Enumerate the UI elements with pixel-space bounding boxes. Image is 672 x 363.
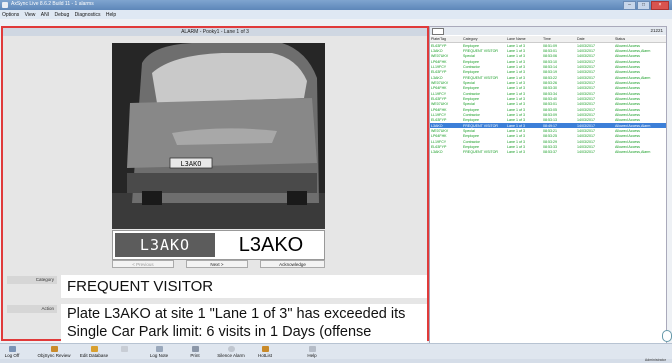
cell-time: 08:53:37 [543, 150, 557, 155]
table-row[interactable]: WE07UKV Special Lane 1 of 3 08:53:21 14/03/2… [430, 128, 666, 133]
menu-ani[interactable]: ANI [39, 10, 51, 18]
log-off-button[interactable]: Log Off [0, 346, 32, 358]
category-label: Category [7, 276, 57, 284]
note-icon [155, 346, 163, 352]
alarm-nav: < Previous Next > Acknowledge [112, 260, 325, 269]
blank-icon [120, 346, 128, 352]
plate-crop-image: L3AKO [115, 233, 215, 257]
menu-options[interactable]: Options [0, 10, 21, 18]
app-icon [2, 2, 8, 8]
edit-database-label: Edit Database [79, 353, 109, 358]
alarm-icon [227, 346, 235, 352]
table-row[interactable]: LP64FHK Employee Lane 1 of 3 08:53:25 14/03/… [430, 134, 666, 139]
title-bar: AxSync Live 8.6.2 Build 11 - 1 alarms – … [0, 0, 672, 10]
help-button[interactable]: Help [292, 346, 332, 358]
print-button[interactable]: Print [175, 346, 215, 358]
maximize-button[interactable]: □ [637, 1, 650, 10]
menu-view[interactable]: View [23, 10, 38, 18]
table-row[interactable]: EL63FYP Employee Lane 1 of 3 08:53:19 14/03/… [430, 70, 666, 75]
alarm-panel: ALARM - Pooky1 - Lane 1 of 3 L3AKO L3AKO… [1, 26, 429, 359]
hotlist-icon [261, 346, 269, 352]
close-button[interactable]: × [651, 1, 669, 10]
next-button[interactable]: Next > [186, 260, 248, 268]
previous-button[interactable]: < Previous [112, 260, 174, 268]
vehicle-plate-text: L3AKO [180, 160, 201, 168]
filter-icon[interactable] [432, 28, 444, 35]
table-row[interactable]: L3AKO FREQUENT VISITOR Lane 1 of 3 08:53:37… [430, 150, 666, 155]
cell-lane: Lane 1 of 3 [507, 150, 525, 155]
window-title: AxSync Live 8.6.2 Build 11 - 1 alarms [11, 1, 94, 7]
table-row[interactable]: LL19FCY Contractor Lane 1 of 3 08:53:29 14/0… [430, 139, 666, 144]
status-text: Administrator [644, 358, 666, 362]
scroll-indicator-icon[interactable] [662, 330, 672, 342]
events-toolbar: 21221 [430, 27, 666, 35]
events-table: Plate/Tag Category Lane Name Time Date S… [430, 36, 666, 155]
table-row[interactable]: LP64FHK Employee Lane 1 of 3 08:53:05 14/03/… [430, 107, 666, 112]
cell-plate: L3AKO [431, 150, 443, 155]
help-label: Help [307, 353, 317, 358]
blank-button[interactable] [104, 346, 144, 353]
category-value: FREQUENT VISITOR [61, 275, 427, 298]
objsync-review-button[interactable]: ObjSync Review [34, 346, 74, 358]
menu-bar: Options View ANI Debug Diagnostics Help [0, 10, 672, 19]
table-row[interactable]: LP64FHK Employee Lane 1 of 3 08:53:10 14/03/… [430, 59, 666, 64]
acknowledge-button[interactable]: Acknowledge [260, 260, 325, 268]
menu-debug[interactable]: Debug [53, 10, 72, 18]
alarm-header: ALARM - Pooky1 - Lane 1 of 3 [3, 28, 427, 36]
print-label: Print [190, 353, 200, 358]
log-off-label: Log Off [4, 353, 20, 358]
table-row[interactable]: L3AKO FREQUENT VISITOR Lane 1 of 3 08:53:22… [430, 75, 666, 80]
minimize-button[interactable]: – [623, 1, 636, 10]
silence-alarm-label: Silence Alarm [217, 353, 245, 358]
database-icon [90, 346, 98, 352]
log-off-icon [8, 346, 16, 352]
log-note-button[interactable]: Log Note [139, 346, 179, 358]
hotlist-label: HotList [257, 353, 272, 358]
event-count: 21221 [650, 28, 663, 33]
table-row[interactable]: LL19FCY Contractor Lane 1 of 3 08:53:34 14/0… [430, 91, 666, 96]
print-icon [191, 346, 199, 352]
menu-diagnostics[interactable]: Diagnostics [73, 10, 103, 18]
table-row[interactable]: LP64FHK Employee Lane 1 of 3 08:53:30 14/03/… [430, 86, 666, 91]
window-controls: – □ × [623, 1, 669, 10]
table-row[interactable]: LL19FCY Contractor Lane 1 of 3 08:53:14 14/0… [430, 64, 666, 69]
objsync-review-label: ObjSync Review [37, 353, 71, 358]
review-icon [50, 346, 58, 352]
table-row[interactable]: L3AKO FREQUENT VISITOR Lane 1 of 3 08:53:01… [430, 48, 666, 53]
plate-text: L3AKO [238, 234, 304, 256]
help-icon [308, 346, 316, 352]
table-row[interactable]: EL63FYP Employee Lane 1 of 3 08:51:09 14/03/… [430, 43, 666, 49]
cell-date: 14/03/2017 [577, 150, 595, 155]
cell-category: FREQUENT VISITOR [463, 150, 499, 155]
table-row[interactable]: LL19FCY Contractor Lane 1 of 3 08:53:09 14/0… [430, 112, 666, 117]
table-row[interactable]: WE07UKV Special Lane 1 of 3 08:53:26 14/03/2… [430, 80, 666, 85]
bottom-toolbar: Log Off ObjSync Review Edit Database Log… [0, 343, 672, 360]
status-bar: Administrator [0, 358, 672, 363]
menu-help[interactable]: Help [104, 10, 118, 18]
table-row[interactable]: EL63FYP Employee Lane 1 of 3 08:53:40 14/03/… [430, 96, 666, 101]
table-row[interactable]: WE07UKV Special Lane 1 of 3 08:53:01 14/03/2… [430, 102, 666, 107]
table-row[interactable]: WE07UKV Special Lane 1 of 3 08:53:06 14/03/2… [430, 54, 666, 59]
log-note-label: Log Note [149, 353, 169, 358]
hotlist-button[interactable]: HotList [245, 346, 285, 358]
plate-read-box: L3AKO L3AKO [112, 230, 325, 260]
action-label: Action [7, 305, 57, 313]
table-row[interactable]: EL63FYP Employee Lane 1 of 3 08:53:13 14/03/… [430, 118, 666, 123]
events-panel: 21221 Plate/Tag Category Lane Name Time … [429, 26, 667, 346]
cell-status: Allowed Access,Alarm [615, 150, 651, 155]
camera-image: L3AKO [112, 43, 325, 229]
table-row[interactable]: L3AKO FREQUENT VISITOR Lane 1 of 3 08:49:17… [430, 123, 666, 129]
table-row[interactable]: EL63FYP Employee Lane 1 of 3 08:53:33 14/03/… [430, 144, 666, 149]
